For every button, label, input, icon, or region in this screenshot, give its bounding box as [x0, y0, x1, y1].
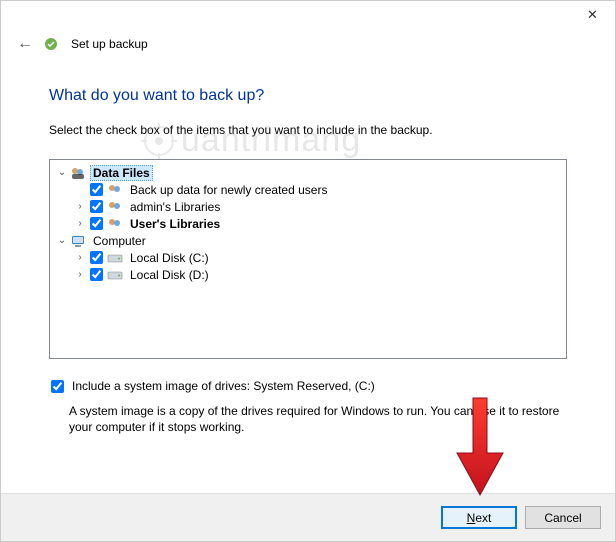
- page-instruction: Select the check box of the items that y…: [49, 123, 567, 137]
- computer-icon: [70, 233, 86, 249]
- wizard-icon: [43, 36, 59, 52]
- chevron-down-icon[interactable]: ⌄: [56, 167, 68, 178]
- checkbox-system-image[interactable]: [51, 380, 64, 393]
- tree-node-local-c[interactable]: › Local Disk (C:): [56, 249, 560, 266]
- tree-node-new-users[interactable]: › Back up data for newly created users: [56, 181, 560, 198]
- page-heading: What do you want to back up?: [49, 87, 567, 105]
- checkbox-user-libraries[interactable]: [90, 217, 103, 230]
- users-icon: [107, 216, 123, 232]
- tree-node-user-libraries[interactable]: › User's Libraries: [56, 215, 560, 232]
- system-image-label: Include a system image of drives: System…: [72, 379, 375, 393]
- next-button[interactable]: Next: [441, 506, 517, 529]
- dialog-footer: Next Cancel: [1, 493, 615, 541]
- checkbox-new-users[interactable]: [90, 183, 103, 196]
- chevron-right-icon[interactable]: ›: [74, 201, 86, 212]
- drive-icon: [107, 250, 123, 266]
- tree-node-local-d[interactable]: › Local Disk (D:): [56, 266, 560, 283]
- close-button[interactable]: ✕: [570, 1, 615, 29]
- node-label[interactable]: Local Disk (D:): [127, 267, 212, 283]
- node-label[interactable]: Local Disk (C:): [127, 250, 212, 266]
- checkbox-admin-libraries[interactable]: [90, 200, 103, 213]
- back-arrow-icon[interactable]: ←: [17, 35, 33, 53]
- backup-items-tree[interactable]: ⌄ Data Files › Back up data for newly cr…: [49, 159, 567, 359]
- system-image-description: A system image is a copy of the drives r…: [69, 403, 567, 435]
- wizard-title: Set up backup: [71, 37, 148, 51]
- drive-icon: [107, 267, 123, 283]
- checkbox-local-d[interactable]: [90, 268, 103, 281]
- tree-node-data-files[interactable]: ⌄ Data Files: [56, 164, 560, 181]
- node-label[interactable]: Computer: [90, 233, 149, 249]
- chevron-right-icon[interactable]: ›: [74, 269, 86, 280]
- tree-node-admin-libraries[interactable]: › admin's Libraries: [56, 198, 560, 215]
- checkbox-local-c[interactable]: [90, 251, 103, 264]
- users-icon: [107, 199, 123, 215]
- chevron-right-icon[interactable]: ›: [74, 218, 86, 229]
- users-icon: [107, 182, 123, 198]
- cancel-button[interactable]: Cancel: [525, 506, 601, 529]
- chevron-down-icon[interactable]: ⌄: [56, 235, 68, 246]
- tree-node-computer[interactable]: ⌄ Computer: [56, 232, 560, 249]
- node-label[interactable]: Back up data for newly created users: [127, 182, 330, 198]
- chevron-right-icon[interactable]: ›: [74, 252, 86, 263]
- node-label[interactable]: User's Libraries: [127, 216, 223, 232]
- node-label[interactable]: admin's Libraries: [127, 199, 223, 215]
- node-label[interactable]: Data Files: [90, 165, 153, 181]
- users-icon: [70, 165, 86, 181]
